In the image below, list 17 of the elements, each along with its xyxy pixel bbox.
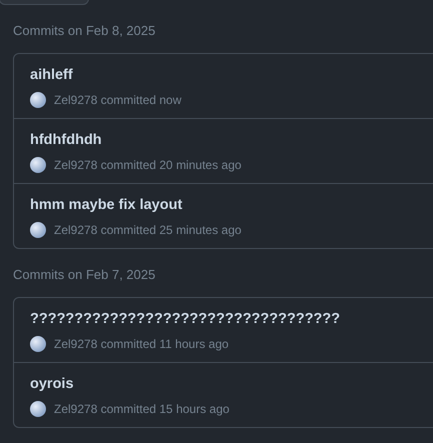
date-heading: Commits on Feb 7, 2025	[13, 267, 156, 283]
avatar[interactable]	[30, 401, 46, 417]
commit-title[interactable]: ???????????????????????????????????	[30, 311, 340, 327]
avatar[interactable]	[30, 92, 46, 108]
avatar[interactable]	[30, 157, 46, 173]
commit-meta: Zel9278 committed 20 minutes ago	[54, 158, 242, 172]
commit-title[interactable]: aihleff	[30, 67, 73, 83]
commit-title[interactable]: oyrois	[30, 376, 74, 392]
commit-title[interactable]: hmm maybe fix layout	[30, 197, 182, 213]
commit-meta: Zel9278 committed 15 hours ago	[54, 402, 230, 416]
commit-meta: Zel9278 committed now	[54, 93, 182, 107]
date-heading: Commits on Feb 8, 2025	[13, 23, 156, 39]
commit-meta: Zel9278 committed 11 hours ago	[54, 337, 229, 351]
avatar[interactable]	[30, 336, 46, 352]
commit-meta: Zel9278 committed 25 minutes ago	[54, 223, 242, 237]
avatar[interactable]	[30, 222, 46, 238]
commit-title[interactable]: hfdhfdhdh	[30, 132, 102, 148]
